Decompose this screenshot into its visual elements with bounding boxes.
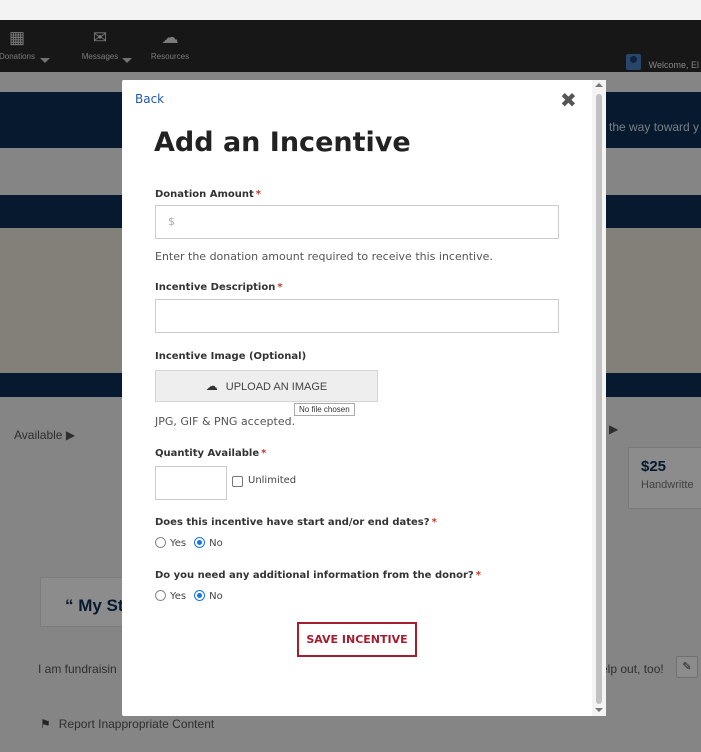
accepted-formats-text: JPG, GIF & PNG accepted. [155, 415, 296, 428]
required-marker: * [277, 282, 283, 293]
info-radio-group: Yes No [155, 590, 223, 602]
donation-amount-label-text: Donation Amount [155, 189, 254, 200]
donation-amount-label: Donation Amount * [155, 189, 261, 200]
incentive-description-input[interactable] [155, 299, 559, 333]
unlimited-label[interactable]: Unlimited [248, 475, 296, 486]
required-marker: * [261, 448, 267, 459]
add-incentive-modal: Back ✖ Add an Incentive Donation Amount *… [122, 80, 606, 716]
unlimited-checkbox[interactable] [232, 476, 243, 487]
info-question-label: Do you need any additional information f… [155, 570, 481, 581]
quantity-input[interactable] [155, 466, 227, 500]
dates-question-text: Does this incentive have start and/or en… [155, 517, 430, 528]
incentive-description-label-text: Incentive Description [155, 282, 276, 293]
donation-amount-input[interactable]: $ [155, 205, 559, 239]
quantity-label: Quantity Available * [155, 448, 266, 459]
quantity-label-text: Quantity Available [155, 448, 260, 459]
modal-scrollbar[interactable] [592, 80, 606, 716]
incentive-image-label: Incentive Image (Optional) [155, 351, 307, 362]
donation-amount-placeholder: $ [168, 215, 175, 228]
required-marker: * [255, 189, 261, 200]
modal-title: Add an Incentive [154, 127, 411, 158]
save-incentive-button[interactable]: SAVE INCENTIVE [297, 622, 417, 657]
info-no-label[interactable]: No [209, 591, 223, 602]
close-icon[interactable]: ✖ [560, 89, 577, 111]
back-link[interactable]: Back [135, 92, 164, 106]
cloud-upload-icon: ☁ [205, 379, 218, 393]
scroll-down-arrow-icon[interactable] [595, 708, 603, 712]
dates-no-radio[interactable] [194, 537, 206, 548]
info-no-radio[interactable] [194, 590, 206, 601]
file-chosen-tooltip: No file chosen [294, 403, 355, 416]
dates-question-label: Does this incentive have start and/or en… [155, 517, 437, 528]
required-marker: * [431, 517, 437, 528]
upload-image-button[interactable]: ☁ UPLOAD AN IMAGE [155, 370, 378, 402]
dates-yes-label[interactable]: Yes [170, 538, 186, 549]
scroll-up-arrow-icon[interactable] [595, 83, 603, 87]
incentive-description-label: Incentive Description * [155, 282, 283, 293]
dates-yes-radio[interactable] [155, 537, 166, 548]
scrollbar-thumb[interactable] [596, 94, 602, 704]
required-marker: * [475, 570, 481, 581]
upload-image-label: UPLOAD AN IMAGE [225, 381, 328, 393]
info-question-text: Do you need any additional information f… [155, 570, 474, 581]
dates-radio-group: Yes No [155, 537, 223, 549]
info-yes-label[interactable]: Yes [170, 591, 186, 602]
donation-amount-help: Enter the donation amount required to re… [155, 250, 493, 263]
info-yes-radio[interactable] [155, 590, 166, 601]
dates-no-label[interactable]: No [209, 538, 223, 549]
